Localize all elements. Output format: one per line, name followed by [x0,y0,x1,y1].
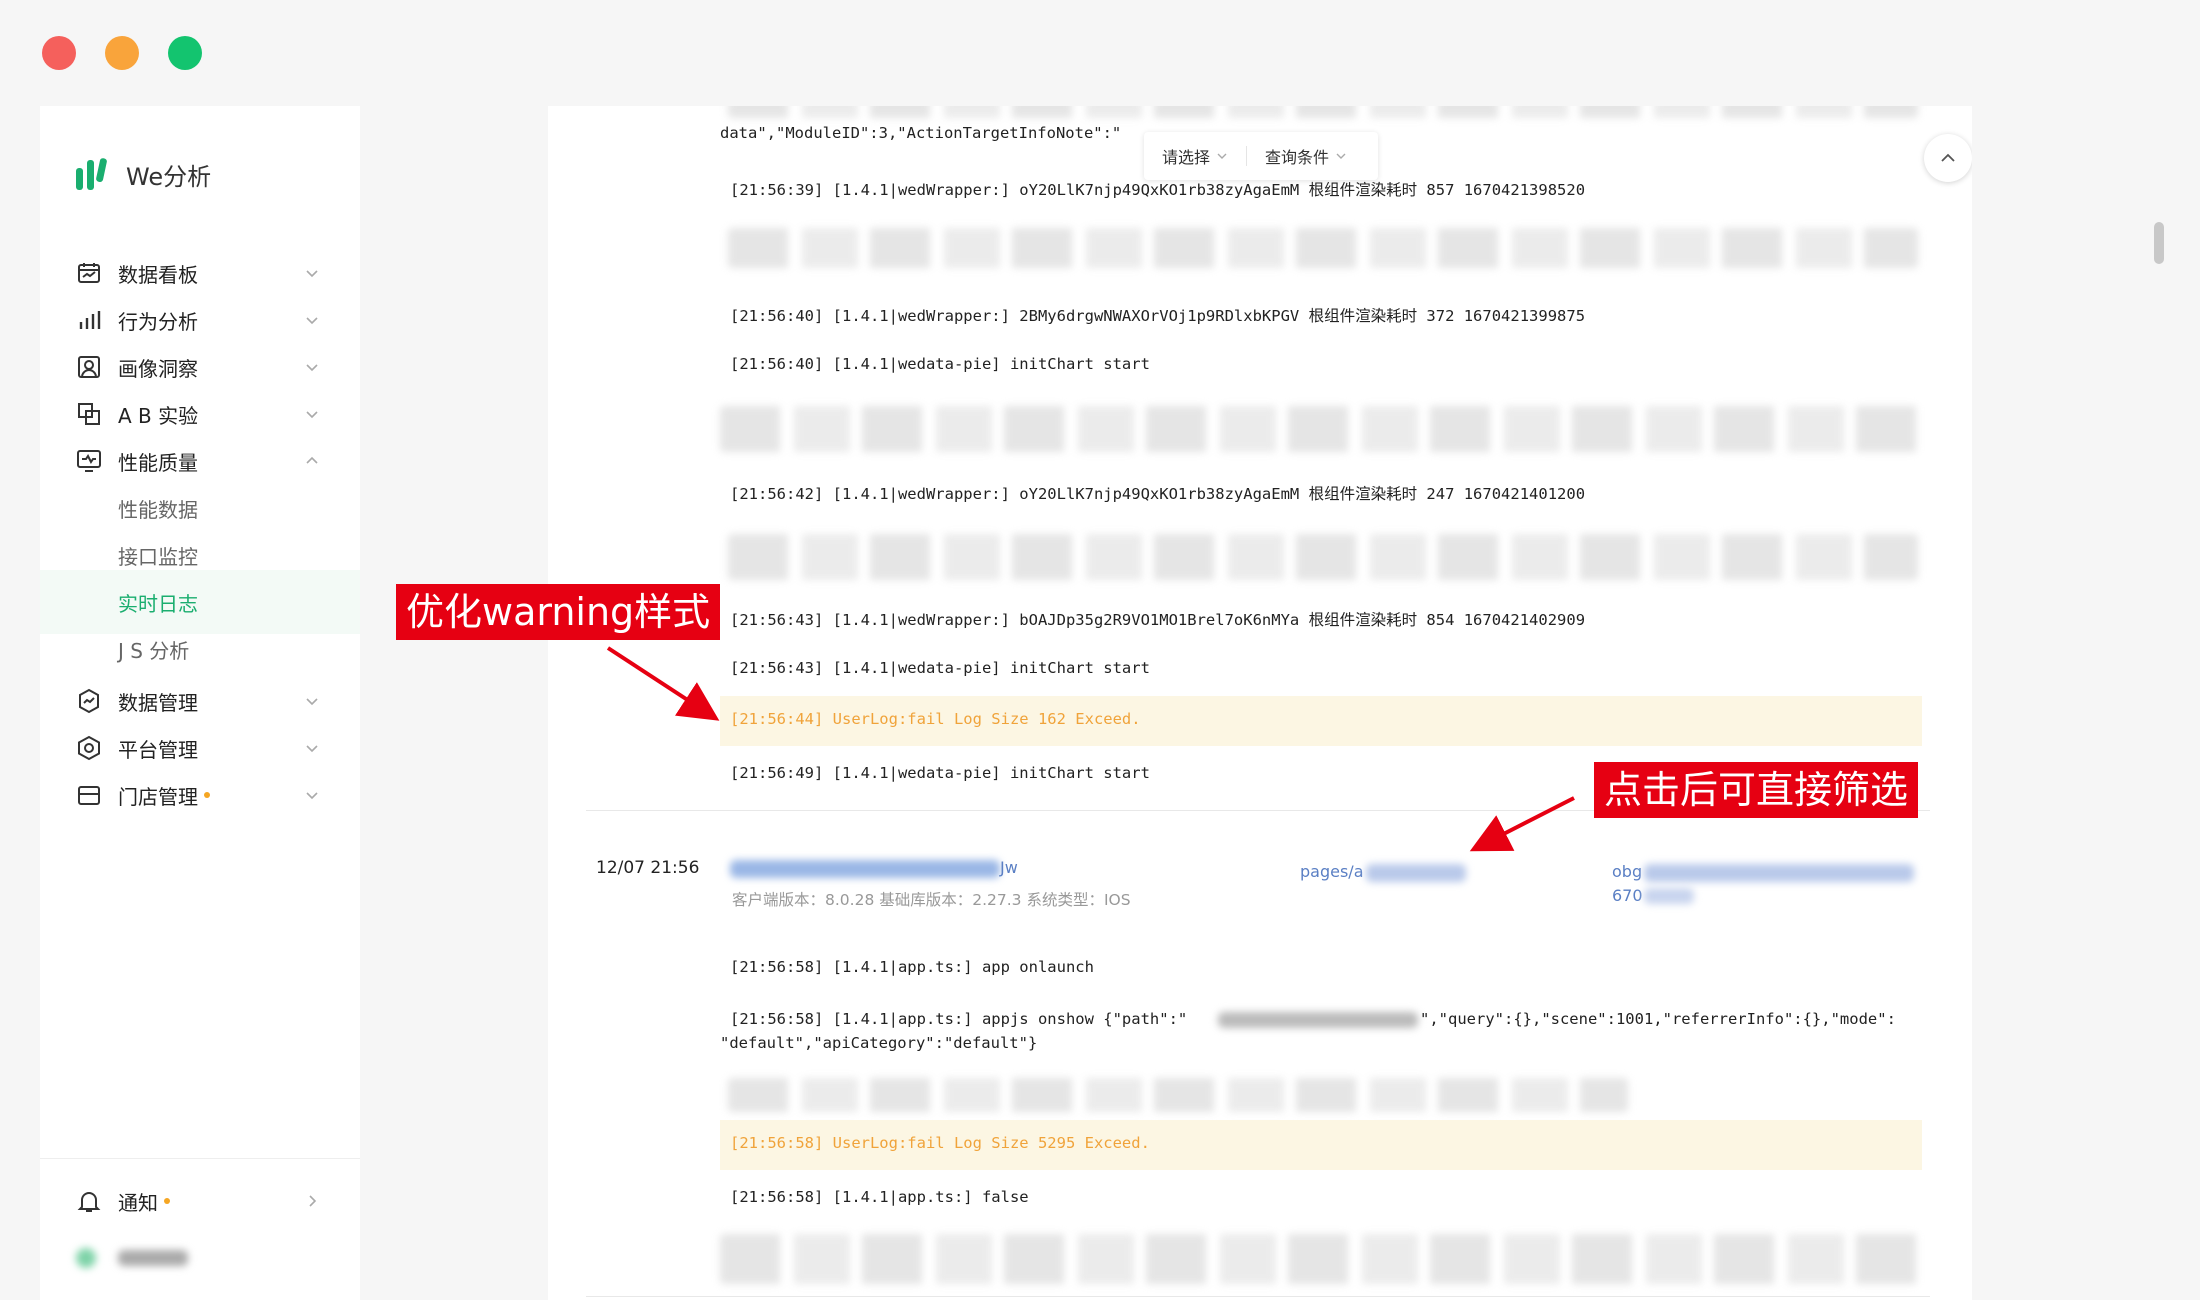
user-openid-blurred [730,860,1000,878]
select-dropdown[interactable]: 请选择 [1144,144,1246,168]
sidebar-item-label: 平台管理 [118,737,198,762]
number-blurred [1644,888,1694,904]
store-icon [78,786,100,805]
sidebar-item-label: 性能质量 [118,450,198,475]
log-line: data","ModuleID":3,"ActionTargetInfoNote… [720,124,1122,142]
user-avatar[interactable] [76,1248,96,1268]
annotation-click-filter: 点击后可直接筛选 [1594,762,1919,818]
sidebar-item-label: 门店管理 [118,781,210,810]
filter-bar: 请选择 查询条件 [1144,132,1378,180]
bell-icon [77,1192,101,1212]
sidebar-item-label: 画像洞察 [118,356,198,381]
page-path-link[interactable]: pages/a [1300,862,1364,881]
user-portrait-icon [78,356,100,378]
warning-log-text: [21:56:44] UserLog:fail Log Size 162 Exc… [730,710,1141,728]
monitor-pulse-icon [77,450,101,472]
calendar-chart-icon [78,263,100,283]
log-line: [21:56:42] [1.4.1|wedWrapper:] oY20LlK7n… [730,485,1586,503]
blurred-log-text [728,534,1918,580]
page-path-blurred [1366,864,1466,882]
chevron-down-icon [1217,153,1227,159]
chevron-down-icon [306,317,318,325]
blurred-log-text [728,228,1918,268]
chevron-down-icon [306,745,318,753]
sidebar-item-store-management[interactable]: 门店管理 [40,764,360,826]
blurred-log-text [720,1234,1918,1284]
entry-time: 12/07 21:56 [596,858,700,878]
path-blurred [1218,1012,1418,1028]
chevron-up-icon [306,456,318,464]
notification-badge-dot [164,1198,170,1204]
chevron-down-icon [1336,153,1346,159]
sidebar-item-label: 通知 [118,1187,170,1216]
log-line: [21:56:58] [1.4.1|app.ts:] app onlaunch [730,958,1094,976]
blurred-log-text [720,406,1918,452]
sidebar-item-label: A B 实验 [118,403,199,428]
warning-log-row: [21:56:58] UserLog:fail Log Size 5295 Ex… [720,1120,1922,1170]
sidebar-item-label: 数据管理 [118,690,198,715]
log-line: [21:56:40] [1.4.1|wedWrapper:] 2BMy6drgw… [730,307,1586,325]
chevron-up-icon [1941,153,1955,162]
window-controls [42,36,202,70]
sidebar-subitem-label: 性能数据 [118,497,198,522]
log-line: [21:56:43] [1.4.1|wedWrapper:] bOAJDp35g… [730,611,1586,629]
sidebar-subitem-label: 接口监控 [118,544,198,569]
select-label: 请选择 [1162,148,1211,167]
shield-chart-icon [79,688,99,714]
chevron-down-icon [306,411,318,419]
log-line: [21:56:58] [1.4.1|app.ts:] appjs onshow … [730,1010,1188,1028]
log-line: "default","apiCategory":"default"} [720,1034,1038,1052]
sidebar-subitem-label: 实时日志 [118,591,198,616]
log-line: [21:56:49] [1.4.1|wedata-pie] initChart … [730,764,1150,782]
sidebar-item-notifications[interactable]: 通知 [40,1170,360,1232]
chevron-down-icon [306,698,318,706]
overlap-squares-icon [78,403,100,425]
obg-number: 670 [1612,886,1643,905]
warning-log-text: [21:56:58] UserLog:fail Log Size 5295 Ex… [730,1134,1150,1152]
page-scrollbar-thumb[interactable] [2154,222,2164,264]
close-window-button[interactable] [42,36,76,70]
sidebar-item-label: 数据看板 [118,262,198,287]
obg-link[interactable]: obg [1612,862,1642,881]
new-badge-dot [204,792,210,798]
obg-blurred [1644,864,1914,882]
scroll-to-top-button[interactable] [1924,134,1972,182]
blurred-log-text [728,1078,1628,1112]
chevron-right-icon [309,1195,317,1207]
chevron-down-icon [306,364,318,372]
query-condition-label: 查询条件 [1265,148,1330,167]
sidebar: We分析 数据看板 行为分析 画像洞察 A B 实验 性能质量 性能数据 接口监… [40,106,360,1300]
warning-log-row: [21:56:44] UserLog:fail Log Size 162 Exc… [720,696,1922,746]
client-info: 客户端版本：8.0.28 基础库版本：2.27.3 系统类型：IOS [732,891,1131,909]
blurred-log-text [728,106,1918,118]
chevron-down-icon [306,792,318,800]
app-title: We分析 [126,162,212,191]
app-logo[interactable]: We分析 [74,156,211,192]
log-line: [21:56:58] [1.4.1|app.ts:] false [730,1188,1029,1206]
sidebar-item-label: 行为分析 [118,309,198,334]
hexagon-settings-icon [78,735,100,761]
annotation-warning-style: 优化warning样式 [396,584,721,640]
log-panel: data","ModuleID":3,"ActionTargetInfoNote… [548,106,1972,1300]
log-line: [21:56:43] [1.4.1|wedata-pie] initChart … [730,659,1150,677]
query-condition-dropdown[interactable]: 查询条件 [1247,144,1365,168]
log-line: [21:56:40] [1.4.1|wedata-pie] initChart … [730,355,1150,373]
sidebar-subitem-label: J S 分析 [118,638,190,663]
sidebar-divider [40,1158,360,1159]
log-line: ","query":{},"scene":1001,"referrerInfo"… [1420,1010,1896,1028]
maximize-window-button[interactable] [168,36,202,70]
user-name-blurred [118,1250,188,1266]
bar-chart-icon [79,311,101,329]
user-openid-suffix[interactable]: Jw [1000,858,1018,877]
chevron-down-icon [306,270,318,278]
entry-divider [586,1296,1930,1297]
log-line: [21:56:39] [1.4.1|wedWrapper:] oY20LlK7n… [730,181,1586,199]
minimize-window-button[interactable] [105,36,139,70]
we-logo-icon [76,158,107,190]
